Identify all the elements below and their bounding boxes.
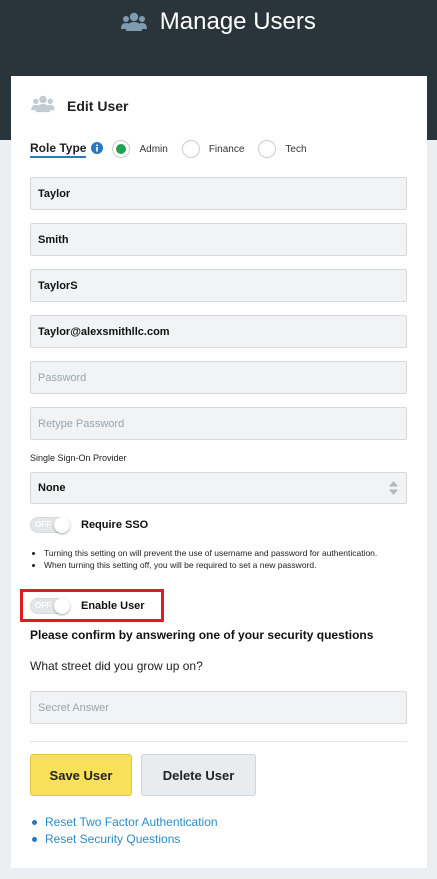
role-radio-finance[interactable]: Finance — [181, 140, 245, 158]
username-field[interactable]: TaylorS — [30, 269, 407, 302]
role-option-label: Admin — [139, 143, 168, 155]
radio-circle — [258, 140, 277, 158]
users-icon — [31, 95, 55, 118]
role-radio-admin[interactable]: Admin — [112, 140, 168, 158]
bullet-icon — [32, 820, 37, 825]
toggle-state-text: OFF — [35, 601, 51, 610]
users-icon — [121, 11, 148, 39]
role-option-label: Finance — [208, 143, 245, 155]
edit-user-card: Edit User Role Type Admin Finance Tech T… — [11, 76, 427, 868]
toggle-knob — [54, 517, 70, 533]
require-sso-toggle[interactable]: OFF — [30, 517, 70, 533]
role-type-row: Role Type Admin Finance Tech — [30, 137, 307, 161]
require-sso-label: Require SSO — [81, 519, 149, 531]
role-option-label: Tech — [285, 143, 307, 155]
info-icon[interactable] — [91, 141, 104, 157]
toggle-knob — [54, 598, 70, 614]
reset-links: Reset Two Factor Authentication Reset Se… — [30, 814, 218, 848]
enable-user-toggle[interactable]: OFF — [30, 598, 70, 614]
sso-notes: Turning this setting on will prevent the… — [44, 547, 414, 571]
last-name-field[interactable]: Smith — [30, 223, 407, 256]
page-title-text: Manage Users — [159, 8, 316, 35]
sso-note: When turning this setting off, you will … — [44, 559, 414, 571]
role-radio-tech[interactable]: Tech — [258, 140, 307, 158]
radio-selected-dot — [116, 144, 127, 154]
delete-user-button[interactable]: Delete User — [141, 754, 256, 796]
first-name-field[interactable]: Taylor — [30, 177, 407, 210]
divider — [30, 741, 407, 742]
radio-circle — [181, 140, 200, 158]
secret-answer-field[interactable]: Secret Answer — [30, 691, 407, 724]
require-sso-row: OFF Require SSO — [30, 517, 148, 533]
page-title: Manage Users — [0, 8, 437, 39]
enable-user-label: Enable User — [81, 600, 145, 612]
list-item: Reset Two Factor Authentication — [30, 814, 218, 831]
card-header: Edit User — [31, 92, 128, 120]
password-field[interactable]: Password — [30, 361, 407, 394]
reset-security-questions-link[interactable]: Reset Security Questions — [45, 831, 180, 848]
sso-provider-label: Single Sign-On Provider — [30, 453, 127, 463]
list-item: Reset Security Questions — [30, 831, 218, 848]
sso-provider-select[interactable]: None — [30, 472, 407, 504]
radio-circle — [112, 140, 131, 158]
role-type-label: Role Type — [30, 141, 87, 158]
sso-provider-value: None — [38, 482, 66, 494]
toggle-state-text: OFF — [35, 520, 51, 529]
select-arrows-icon — [389, 481, 398, 498]
sso-note: Turning this setting on will prevent the… — [44, 547, 414, 559]
bullet-icon — [32, 837, 37, 842]
save-user-button[interactable]: Save User — [30, 754, 132, 796]
retype-password-field[interactable]: Retype Password — [30, 407, 407, 440]
card-title: Edit User — [67, 98, 129, 114]
enable-user-row: OFF Enable User — [30, 598, 145, 614]
email-field[interactable]: Taylor@alexsmithllc.com — [30, 315, 407, 348]
security-prompt: Please confirm by answering one of your … — [30, 628, 374, 642]
security-question: What street did you grow up on? — [30, 659, 203, 673]
reset-two-factor-link[interactable]: Reset Two Factor Authentication — [45, 814, 218, 831]
